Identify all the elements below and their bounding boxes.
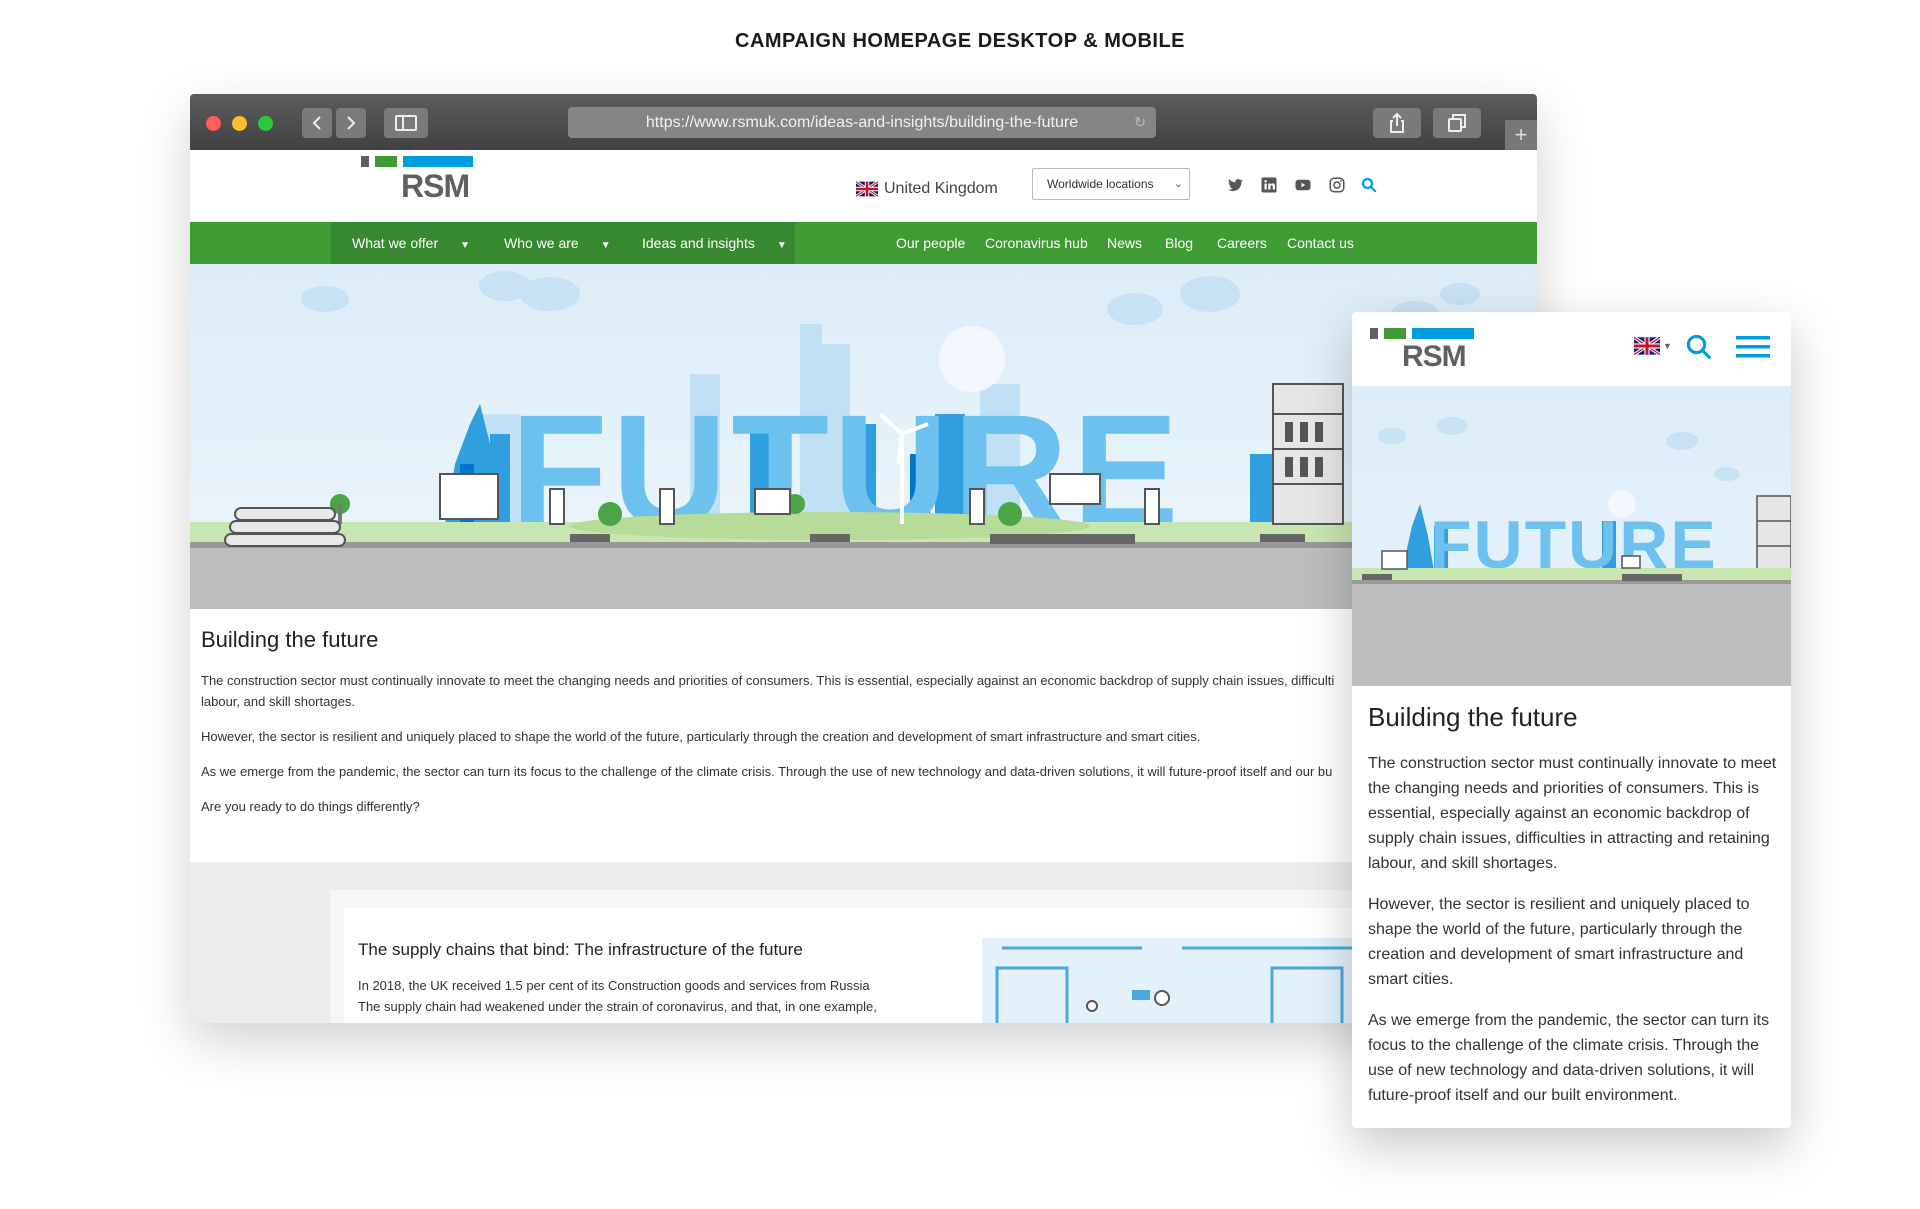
mobile-header: RSM ▼ xyxy=(1352,312,1791,386)
mobile-logo-text: RSM xyxy=(1402,340,1467,373)
nav-item-careers[interactable]: Careers xyxy=(1217,222,1267,264)
minimize-window-button[interactable] xyxy=(232,116,247,131)
card-title[interactable]: The supply chains that bind: The infrast… xyxy=(358,940,803,960)
logo-text: RSM xyxy=(401,168,470,204)
nav-item-our-people[interactable]: Our people xyxy=(896,222,965,264)
mobile-future-city-illustration: FUTURE xyxy=(1352,417,1791,686)
article-section: Building the future The construction sec… xyxy=(190,609,1537,862)
share-icon xyxy=(1390,113,1404,133)
caret-down-icon: ▼ xyxy=(1663,341,1672,351)
mobile-article-paragraph-2: However, the sector is resilient and uni… xyxy=(1368,896,1750,988)
main-navigation: What we offer ▼ Who we are ▼ Ideas and ins… xyxy=(190,222,1537,264)
nav-item-contact-us[interactable]: Contact us xyxy=(1287,222,1354,264)
article-paragraph-3: As we emerge from the pandemic, the sect… xyxy=(201,764,1333,779)
chevron-left-icon xyxy=(312,116,321,130)
sidebar-icon xyxy=(395,115,417,131)
desktop-browser-window: https://www.rsmuk.com/ideas-and-insights… xyxy=(190,94,1537,1023)
mobile-article-paragraph-1: The construction sector must continually… xyxy=(1368,755,1777,872)
chevron-down-icon: ⌄ xyxy=(1173,178,1183,190)
browser-toolbar: https://www.rsmuk.com/ideas-and-insights… xyxy=(190,94,1537,150)
hamburger-menu-icon[interactable] xyxy=(1736,334,1770,360)
mobile-country-selector[interactable]: ▼ xyxy=(1634,337,1672,355)
sidebar-toggle-button[interactable] xyxy=(384,108,428,138)
uk-flag-icon xyxy=(856,181,878,197)
address-bar[interactable]: https://www.rsmuk.com/ideas-and-insights… xyxy=(568,107,1156,138)
page-title: CAMPAIGN HOMEPAGE DESKTOP & MOBILE xyxy=(735,30,1185,52)
share-button[interactable] xyxy=(1373,108,1421,138)
caret-down-icon: ▼ xyxy=(776,240,787,251)
new-tab-button[interactable]: + xyxy=(1505,120,1537,150)
mobile-article: Building the future The construction sec… xyxy=(1368,702,1778,1124)
nav-item-blog[interactable]: Blog xyxy=(1165,222,1193,264)
hero-illustration: FUTURE xyxy=(190,264,1537,609)
nav-item-ideas-and-insights[interactable]: Ideas and insights ▼ xyxy=(642,222,787,264)
article-paragraph-1-cont: labour, and skill shortages. xyxy=(201,694,355,709)
worldwide-locations-select[interactable]: Worldwide locations ⌄ xyxy=(1032,168,1190,200)
country-selector[interactable]: United Kingdom xyxy=(856,174,998,204)
reload-icon[interactable]: ↻ xyxy=(1134,114,1146,131)
country-label: United Kingdom xyxy=(884,180,998,197)
close-window-button[interactable] xyxy=(206,116,221,131)
desktop-site: RSM United Kingdom Worldwide locations ⌄ xyxy=(190,150,1537,1023)
tabs-icon xyxy=(1448,114,1466,132)
article-title: Building the future xyxy=(201,627,379,652)
article-paragraph-2: However, the sector is resilient and uni… xyxy=(201,729,1201,744)
mobile-search-icon[interactable] xyxy=(1684,332,1714,362)
forward-button[interactable] xyxy=(336,108,366,138)
nav-item-news[interactable]: News xyxy=(1107,222,1142,264)
instagram-icon[interactable] xyxy=(1328,176,1346,194)
mobile-hero-illustration: FUTURE xyxy=(1352,386,1791,686)
mobile-device-view: RSM ▼ FUTURE Building the future The con… xyxy=(1352,312,1791,1128)
linkedin-icon[interactable] xyxy=(1260,176,1278,194)
article-paragraph-1: The construction sector must continually… xyxy=(201,673,1335,688)
caret-down-icon: ▼ xyxy=(460,240,471,251)
nav-item-what-we-offer[interactable]: What we offer ▼ xyxy=(352,222,470,264)
tabs-overview-button[interactable] xyxy=(1433,108,1481,138)
youtube-icon[interactable] xyxy=(1294,176,1312,194)
address-bar-url: https://www.rsmuk.com/ideas-and-insights… xyxy=(645,113,1079,131)
chevron-right-icon xyxy=(347,116,356,130)
mobile-rsm-logo[interactable]: RSM xyxy=(1370,328,1474,378)
uk-flag-icon xyxy=(1634,337,1660,355)
mobile-article-title: Building the future xyxy=(1368,702,1578,732)
card-text-line-1: In 2018, the UK received 1.5 per cent of… xyxy=(358,978,870,993)
twitter-icon[interactable] xyxy=(1226,176,1244,194)
search-icon[interactable] xyxy=(1360,176,1378,194)
back-button[interactable] xyxy=(302,108,332,138)
card-text-line-2: The supply chain had weakened under the … xyxy=(358,999,877,1014)
caret-down-icon: ▼ xyxy=(600,240,611,251)
rsm-logo[interactable]: RSM xyxy=(361,156,476,208)
related-content-band: The supply chains that bind: The infrast… xyxy=(190,862,1537,1023)
maximize-window-button[interactable] xyxy=(258,116,273,131)
locations-select-value: Worldwide locations xyxy=(1047,177,1154,191)
future-city-illustration: FUTURE xyxy=(190,271,1537,609)
article-paragraph-4: Are you ready to do things differently? xyxy=(201,799,420,814)
mobile-article-paragraph-3: As we emerge from the pandemic, the sect… xyxy=(1368,1012,1770,1104)
nav-item-coronavirus-hub[interactable]: Coronavirus hub xyxy=(985,222,1088,264)
nav-item-who-we-are[interactable]: Who we are ▼ xyxy=(504,222,611,264)
